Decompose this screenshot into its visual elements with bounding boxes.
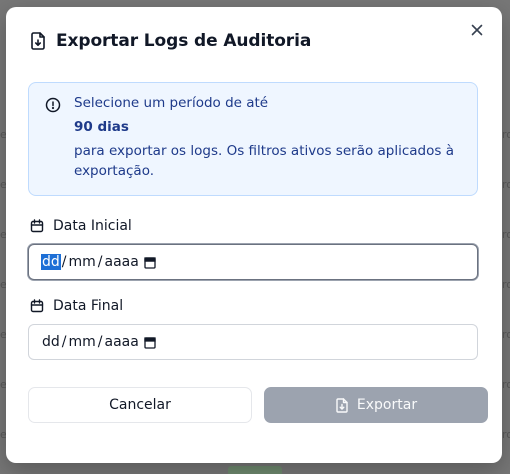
start-date-label-text: Data Inicial [53,218,132,234]
date-separator: / [61,334,67,350]
end-day-segment[interactable]: dd [41,334,61,350]
background-fragment: ro [502,428,510,438]
file-download-icon [335,397,349,413]
date-separator: / [97,254,103,270]
calendar-icon [30,219,44,233]
file-download-icon [30,32,46,50]
calendar-picker-icon[interactable] [144,336,156,349]
start-year-segment[interactable]: aaaa [104,254,140,270]
info-line-1: Selecione um período de até [74,95,269,111]
dialog-title: Exportar Logs de Auditoria [56,31,312,51]
start-date-input[interactable]: dd / mm / aaaa [28,244,478,280]
close-icon [471,21,483,40]
export-logs-dialog: Exportar Logs de Auditoria Selecione um … [6,7,502,463]
end-month-segment[interactable]: mm [68,334,97,350]
background-fragment: ro [502,278,510,288]
start-day-segment[interactable]: dd [41,254,61,270]
info-alert: Selecione um período de até 90 dias para… [28,82,478,196]
info-line-2: para exportar os logs. Os filtros ativos… [74,143,454,179]
calendar-icon [30,299,44,313]
date-separator: / [61,254,67,270]
end-date-label: Data Final [30,298,123,314]
cancel-button-label: Cancelar [109,397,171,413]
background-fragment: ro [502,228,510,238]
cancel-button[interactable]: Cancelar [28,387,252,423]
background-fragment: ro [502,128,510,138]
export-button-label: Exportar [356,397,418,413]
background-fragment: ro [502,378,510,388]
close-button[interactable] [468,21,486,39]
info-highlight: 90 dias [74,119,129,135]
start-month-segment[interactable]: mm [68,254,97,270]
start-date-label: Data Inicial [30,218,132,234]
end-date-label-text: Data Final [53,298,124,314]
info-circle-icon [45,97,61,113]
background-fragment: ro [502,328,510,338]
dialog-header: Exportar Logs de Auditoria [30,29,311,53]
date-separator: / [97,334,103,350]
background-fragment: ro [502,178,510,188]
export-button[interactable]: Exportar [264,387,488,423]
background-fragment [228,466,282,474]
calendar-picker-icon[interactable] [144,256,156,269]
info-message: Selecione um período de até 90 dias para… [74,93,469,181]
end-year-segment[interactable]: aaaa [104,334,140,350]
end-date-input[interactable]: dd / mm / aaaa [28,324,478,360]
